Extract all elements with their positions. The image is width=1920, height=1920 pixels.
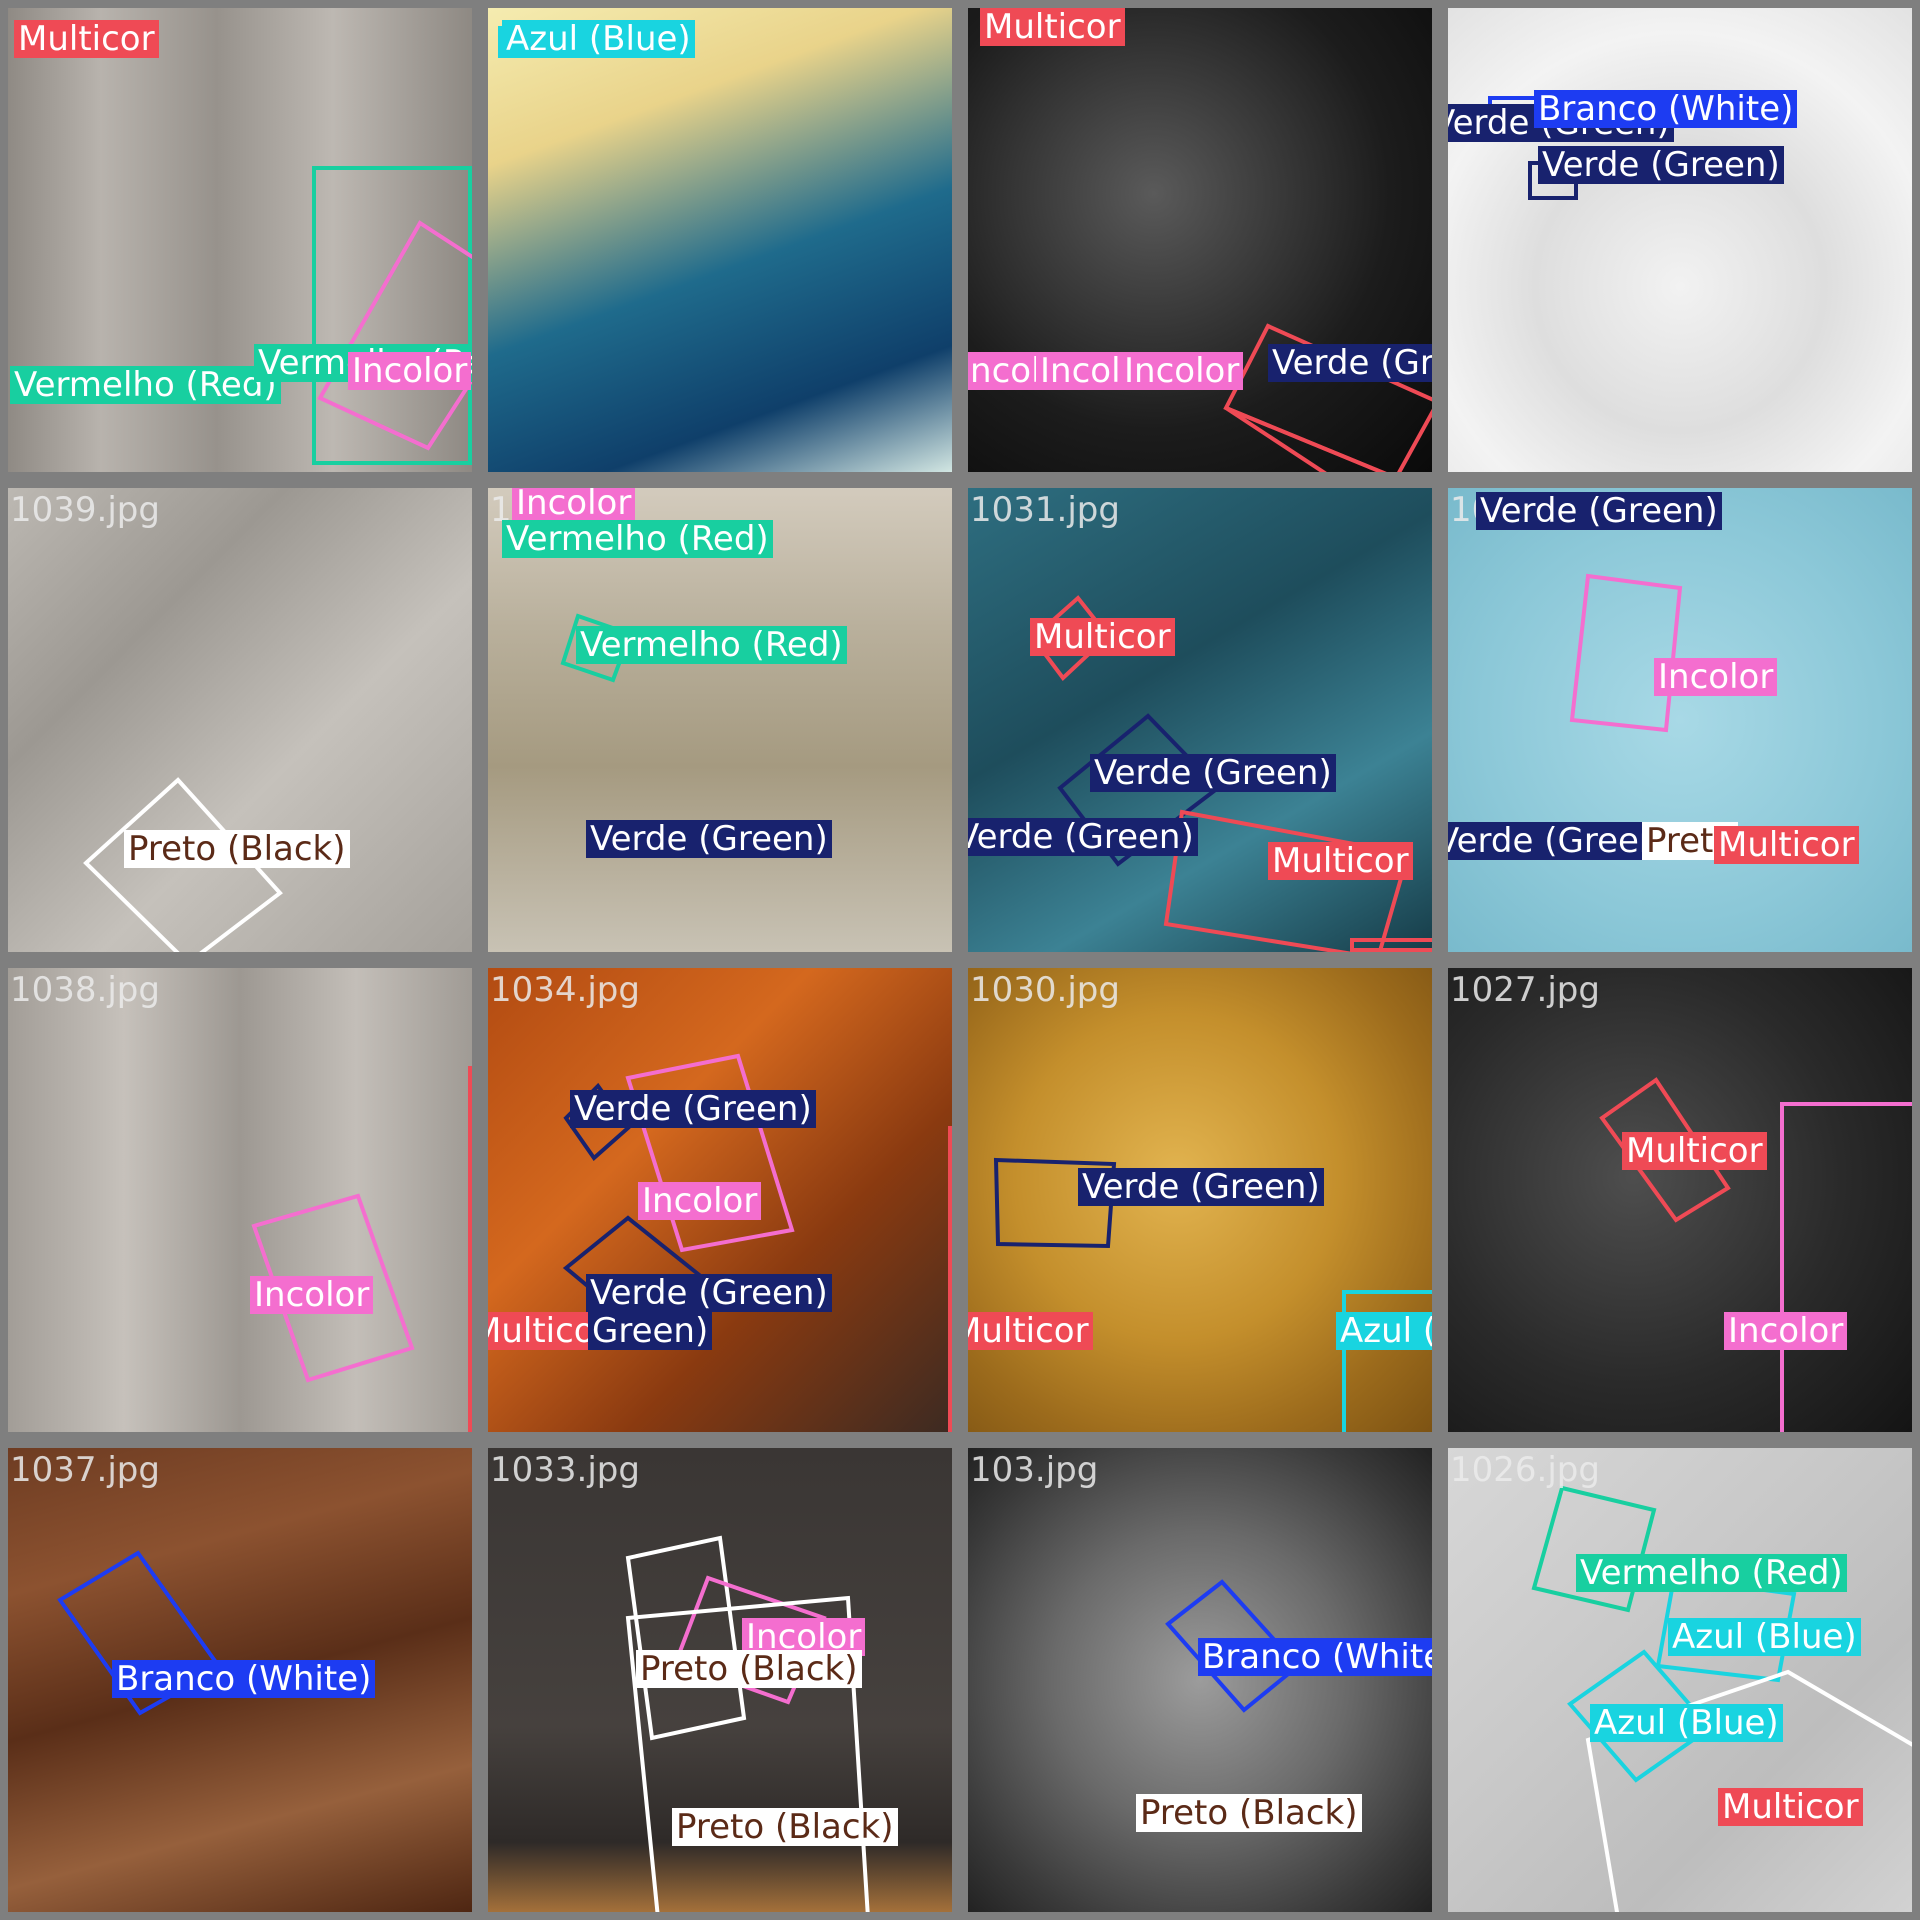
bounding-box [83, 777, 283, 952]
class-label: Verde (Green) [586, 1274, 832, 1312]
bounding-box [1224, 406, 1387, 472]
mosaic-grid: MulticorVermelho (Red)Vermelho (Red)Inco… [0, 0, 1920, 1920]
file-name-label: 1033.jpg [490, 1450, 640, 1490]
bounding-box-layer [251, 1066, 472, 1432]
class-label: Preto (Black) [124, 830, 350, 868]
class-label: Verde (Green) [1538, 146, 1784, 184]
bounding-box [1569, 573, 1683, 733]
image-tile: 1034.jpg Verde (Green) Incolor Verde (Green… [480, 960, 960, 1440]
class-label: Multicor [1030, 618, 1175, 656]
class-label: Verde (Green) [1268, 344, 1432, 382]
image-tile: Verde (Green)Branco (White)Verde (Green) [1440, 0, 1920, 480]
class-label: Verde (Green) [1476, 492, 1722, 530]
class-label: Incolor [1654, 658, 1778, 696]
class-label: Multicor [980, 8, 1125, 46]
file-name-label: 1039.jpg [10, 490, 160, 530]
class-label: Azul (Blue) [1668, 1618, 1861, 1656]
image-tile: 1031.jpg Multicor Verde (Green) Verde (Gree… [960, 480, 1440, 960]
class-label: Incolor [348, 352, 472, 390]
class-label: Incolor [638, 1182, 762, 1220]
image-tile: 1039.jpg Preto (Black) [0, 480, 480, 960]
class-label: Branco (White) [1534, 90, 1798, 128]
class-label: Preto (Black) [672, 1808, 898, 1846]
class-label: Multicor [14, 20, 159, 58]
bounding-box-layer [1569, 573, 1683, 733]
class-label: Verde (Green) [570, 1090, 816, 1128]
image-tile: 1037.jpg Branco (White) [0, 1440, 480, 1920]
class-label: Multicor [1718, 1788, 1863, 1826]
bounding-box [1350, 938, 1432, 952]
bounding-box [1780, 1102, 1912, 1432]
image-tile: 1033.jpg Incolor Preto (Black) Preto (Black… [480, 1440, 960, 1920]
file-name-label: 1031.jpg [970, 490, 1120, 530]
class-label: Multicor [1714, 826, 1859, 864]
class-label: Incolor [250, 1276, 374, 1314]
class-label: Verde (Green) [1078, 1168, 1324, 1206]
bounding-box-layer [1030, 595, 1432, 952]
class-label: Branco (White) [112, 1660, 376, 1698]
file-name-label: 1027.jpg [1450, 970, 1600, 1010]
bounding-box [948, 1126, 952, 1432]
bounding-box [1163, 809, 1411, 952]
image-tile: 103.jpg Branco (White) Preto (Black) [960, 1440, 1440, 1920]
bounding-box [468, 1066, 472, 1432]
image-tile: 1028.jpgVerde (Green)IncolorVerde (Green… [1440, 480, 1920, 960]
bounding-box-layer [83, 777, 283, 952]
image-tile: 1030.jpg Verde (Green) Multicor Azul (Blue) [960, 960, 1440, 1440]
file-name-label: 1034.jpg [490, 970, 640, 1010]
class-label: Azul (Blue) [1336, 1312, 1432, 1350]
class-label: Verde (Green) [586, 820, 832, 858]
image-tile: MulticorVermelho (Red)Vermelho (Red)Inco… [0, 0, 480, 480]
bounding-box [317, 220, 472, 451]
class-label: Azul (Blue) [1590, 1704, 1783, 1742]
file-name-label: 1030.jpg [970, 970, 1120, 1010]
class-label: Preto (Black) [1136, 1794, 1362, 1832]
class-label: Branco (White) [1198, 1638, 1432, 1676]
class-label: Incolor [512, 488, 636, 522]
image-tile: 1027.jpg Multicor Incolor [1440, 960, 1920, 1440]
bounding-box-layer [1223, 323, 1432, 472]
class-label: Multicor [1268, 842, 1413, 880]
file-name-label: 103.jpg [970, 1450, 1099, 1490]
class-label: Vermelho (Red) [576, 626, 847, 664]
image-tile: MulticorIncolorIncolorIncolorVerde (Gree… [960, 0, 1440, 480]
class-label: Azul (Blue) [502, 20, 695, 58]
class-label: Verde (Green) [968, 818, 1198, 856]
bounding-box-layer [1165, 1579, 1301, 1713]
class-label: Vermelho (Red) [10, 366, 281, 404]
class-label: Multicor [1622, 1132, 1767, 1170]
image-tile: 1026.jpg Vermelho (Red) Azul (Blue) Azul (B… [1440, 1440, 1920, 1920]
bounding-box-layer [1531, 1485, 1912, 1912]
file-name-label: 1026.jpg [1450, 1450, 1600, 1490]
class-label: Vermelho (Red) [1576, 1554, 1847, 1592]
bounding-box-layer [1488, 96, 1578, 200]
class-label: Multicor [968, 1312, 1093, 1350]
image-tile: 10IncolorVermelho (Red)Vermelho (Red)Ver… [480, 480, 960, 960]
class-label: Vermelho (Red) [502, 520, 773, 558]
bounding-box-layer [1599, 1077, 1912, 1432]
class-label: Preto (Black) [636, 1650, 862, 1688]
class-label: Incolor [1724, 1312, 1848, 1350]
bounding-box-layer [498, 26, 520, 58]
image-tile: Azul (Blue) [480, 0, 960, 480]
file-name-label: 1038.jpg [10, 970, 160, 1010]
class-label: Green) [588, 1312, 713, 1350]
class-label: Incolor [1120, 352, 1244, 390]
class-label: Verde (Green) [1090, 754, 1336, 792]
file-name-label: 1037.jpg [10, 1450, 160, 1490]
image-tile: 1038.jpg Incolor [0, 960, 480, 1440]
